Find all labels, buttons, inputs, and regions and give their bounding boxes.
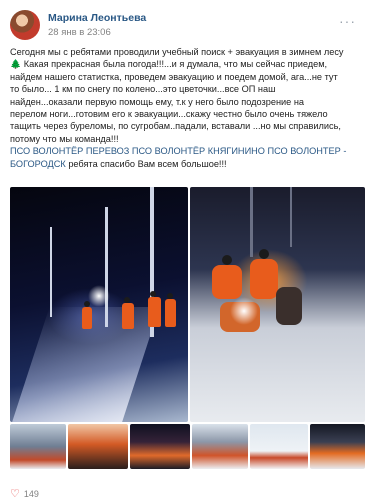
post-line: найдем нашего статистка, проведем эвакуа…: [10, 71, 338, 82]
tag-link-bogorodsk[interactable]: БОГОРОДСК: [10, 159, 66, 169]
post-line: перелом ноги...готовим его к эвакуации..…: [10, 109, 328, 120]
post-date[interactable]: 28 янв в 23:06: [48, 27, 111, 38]
heart-icon: ♡: [10, 488, 20, 500]
post-header: Марина Леонтьева 28 янв в 23:06 ···: [10, 10, 360, 44]
author-name[interactable]: Марина Леонтьева: [48, 12, 146, 24]
avatar[interactable]: [10, 10, 40, 40]
photo-night-forest-walk[interactable]: [10, 187, 188, 422]
photo-thumbnail[interactable]: [192, 424, 248, 469]
post-text: Сегодня мы с ребятами проводили учебный …: [10, 46, 360, 170]
tag-links[interactable]: ПСО ВОЛОНТЁР ПЕРЕВОЗ ПСО ВОЛОНТЁР КНЯГИН…: [10, 145, 360, 157]
like-button[interactable]: ♡ 149: [10, 488, 39, 500]
photo-thumbnail[interactable]: [130, 424, 190, 469]
post-line: тащить через буреломы, по сугробам..пада…: [10, 121, 341, 132]
post-line: Сегодня мы с ребятами проводили учебный …: [10, 47, 344, 57]
photo-thumbnail[interactable]: [310, 424, 365, 469]
post-line: найден...оказали первую помощь ему, т.к …: [10, 96, 305, 107]
more-options-icon[interactable]: ···: [339, 14, 356, 28]
photo-thumbnails: [10, 424, 365, 469]
photo-rescue-evacuation[interactable]: [190, 187, 365, 422]
tag-line: БОГОРОДСК ребята спасибо Вам всем большо…: [10, 158, 360, 170]
post-line: то было... 1 км по снегу по колено...это…: [10, 84, 276, 95]
photo-thumbnail[interactable]: [250, 424, 308, 469]
post-line: Какая прекрасная была погода!!!...и я ду…: [23, 59, 328, 70]
photo-thumbnail[interactable]: [10, 424, 66, 469]
like-count: 149: [23, 489, 39, 499]
photo-thumbnail[interactable]: [68, 424, 128, 469]
tree-icon: 🌲: [10, 59, 22, 70]
thanks-text: ребята спасибо Вам всем большое!!!: [65, 158, 227, 169]
post-line: потому что мы команда!!!: [10, 133, 119, 144]
post-line-with-emoji: 🌲 Какая прекрасная была погода!!!...и я …: [10, 58, 360, 70]
